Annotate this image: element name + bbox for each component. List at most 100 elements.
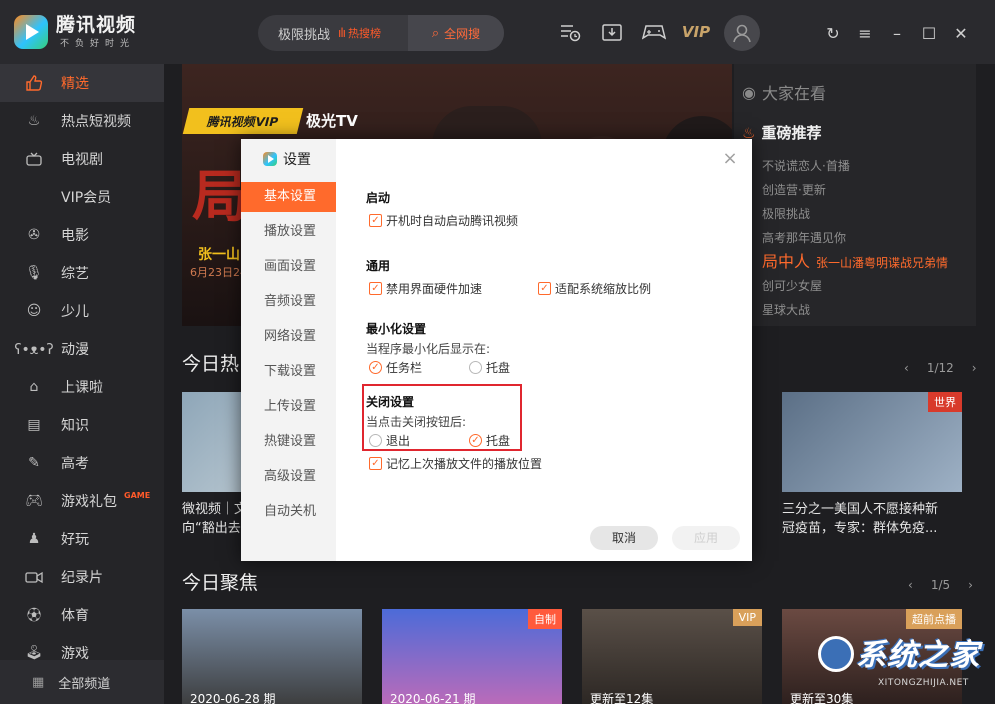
tv-icon [24,149,44,169]
sidebar-item-featured[interactable]: 精选 [0,64,164,102]
checkmark-icon: ✓ [369,282,382,295]
radio-empty-icon [469,361,482,374]
search-all-button[interactable]: ⌕ 全网搜 [408,15,504,51]
apply-button[interactable]: 应用 [672,526,740,550]
video-episode: 2020-06-21 期 [390,692,476,704]
preview-badge: 超前点播 [906,609,962,629]
nav-audio-settings[interactable]: 音频设置 [241,287,336,317]
tencent-video-logo-icon [263,152,277,166]
sidebar-item-game-gift[interactable]: 🎮︎ 游戏礼包 GAME [0,482,164,520]
nav-playback-settings[interactable]: 播放设置 [241,217,336,247]
trending-item[interactable]: 不说谎恋人·首播 [762,154,948,178]
trending-item-highlight[interactable]: 局中人 张一山潘粤明谍战兄弟情 [762,250,948,274]
trending-item[interactable]: 创可少女屋 [762,274,948,298]
video-card[interactable]: VIP 更新至12集 [582,609,762,704]
bear-icon: ʕ•ᴥ•ʔ [14,341,54,358]
trending-item[interactable]: 高考那年遇见你 [762,226,948,250]
video-caption: 三分之一美国人不愿接种新 冠疫苗，专家：群体免疫... [782,502,939,536]
sidebar-item-sports[interactable]: ⚽︎ 体育 [0,596,164,634]
trending-item[interactable]: 极限挑战 [762,202,948,226]
site-watermark: 系统之家 XITONGZHIJIA.NET [818,628,988,698]
sidebar-item-fun[interactable]: ♟ 好玩 [0,520,164,558]
pager-focus[interactable]: ‹ 1/5 › [899,578,982,592]
autostart-checkbox[interactable]: ✓ 开机时自动启动腾讯视频 [369,212,518,229]
banner-title-char: 局 [192,165,248,230]
disable-hw-accel-checkbox[interactable]: ✓ 禁用界面硬件加速 [369,280,482,297]
close-icon[interactable]: ✕ [950,22,972,44]
search-box[interactable]: 极限挑战 ılı 热搜榜 ⌕ 全网搜 [258,15,504,51]
menu-icon[interactable]: ≡ [854,22,876,44]
nav-advanced-settings[interactable]: 高级设置 [241,462,336,492]
radio-selected-icon: ✓ [369,361,382,374]
settings-nav: 设置 基本设置 播放设置 画面设置 音频设置 网络设置 下载设置 上传设置 热键… [241,139,336,561]
nav-download-settings[interactable]: 下载设置 [241,357,336,387]
minimize-tray-radio[interactable]: 托盘 [469,359,510,376]
all-channels-button[interactable]: ▦ 全部频道 [0,660,164,704]
nav-upload-settings[interactable]: 上传设置 [241,392,336,422]
section-title-hot: 今日热 [182,353,240,375]
sidebar-item-movies[interactable]: ✇ 电影 [0,216,164,254]
gamepad-icon: 🎮︎ [25,493,43,509]
nav-hotkey-settings[interactable]: 热键设置 [241,427,336,457]
nav-auto-shutdown[interactable]: 自动关机 [241,497,336,527]
app-logo[interactable]: 腾讯视频 不负好时光 [14,14,136,49]
sidebar-item-documentary[interactable]: 纪录片 [0,558,164,596]
sidebar-item-gaokao[interactable]: ✎ 高考 [0,444,164,482]
sidebar-item-knowledge[interactable]: ▤ 知识 [0,406,164,444]
vip-icon[interactable]: VIP [682,20,710,44]
video-card[interactable]: 世界 三分之一美国人不愿接种新 冠疫苗，专家：群体免疫... [782,392,962,538]
sidebar-item-label: VIP会员 [61,190,112,206]
minimize-taskbar-radio[interactable]: ✓ 任务栏 [369,359,422,376]
play-history-icon[interactable] [556,20,584,44]
video-card[interactable]: 2020-06-28 期 [182,609,362,704]
flame-icon: ♨ [27,113,41,129]
trending-panel: ◉ 大家在看 ♨ 重磅推荐 不说谎恋人·首播 创造营·更新 极限挑战 高考那年遇见你… [734,64,976,326]
refresh-icon[interactable]: ↻ [822,22,844,44]
sidebar-item-label: 综艺 [61,266,89,282]
sidebar-item-class[interactable]: ⌂ 上课啦 [0,368,164,406]
close-tray-radio[interactable]: ✓ 托盘 [469,432,510,449]
nav-basic-settings[interactable]: 基本设置 [241,182,336,212]
download-icon[interactable] [598,20,626,44]
nav-picture-settings[interactable]: 画面设置 [241,252,336,282]
kids-icon: ☺ [26,303,42,319]
search-current-text: 极限挑战 [278,27,331,43]
film-reel-icon: ✇ [28,227,40,243]
self-made-badge: 自制 [528,609,562,629]
maximize-icon[interactable]: ☐ [918,22,940,44]
search-input[interactable]: 极限挑战 ılı 热搜榜 [258,15,408,51]
eye-icon: ◉ [742,82,756,102]
chevron-left-icon[interactable]: ‹ [908,578,913,592]
nav-network-settings[interactable]: 网络设置 [241,322,336,352]
search-all-label: 全网搜 [444,26,481,41]
sidebar-item-label: 纪录片 [61,570,103,586]
game-badge: GAME [124,491,151,500]
sidebar-item-tv-series[interactable]: 电视剧 [0,140,164,178]
close-exit-radio[interactable]: 退出 [369,432,410,449]
pager-hot[interactable]: ‹ 1/12 › [895,361,986,375]
tencent-video-logo-icon [14,14,48,49]
minimize-icon[interactable]: – [886,22,908,44]
video-thumbnail: 自制 2020-06-21 期 [382,609,562,704]
trending-item[interactable]: 创造营·更新 [762,178,948,202]
sidebar-item-label: 知识 [61,418,89,434]
sidebar-item-anime[interactable]: ʕ•ᴥ•ʔ 动漫 [0,330,164,368]
cancel-button[interactable]: 取消 [590,526,658,550]
chevron-right-icon[interactable]: › [968,578,973,592]
sidebar-item-hot-short-video[interactable]: ♨ 热点短视频 [0,102,164,140]
chevron-left-icon[interactable]: ‹ [904,361,909,375]
video-card[interactable]: 自制 2020-06-21 期 [382,609,562,704]
microphone-icon: 🎙︎ [25,265,43,281]
avatar-icon[interactable] [724,15,760,51]
trending-item[interactable]: 星球大战 [762,298,948,322]
sidebar-item-kids[interactable]: ☺ 少儿 [0,292,164,330]
hot-list-link[interactable]: 热搜榜 [348,25,381,41]
gamepad-icon[interactable] [640,20,668,44]
dialog-close-icon[interactable]: × [722,150,738,168]
chevron-right-icon[interactable]: › [972,361,977,375]
system-scale-checkbox[interactable]: ✓ 适配系统缩放比例 [538,280,651,297]
sidebar-item-vip[interactable]: VIP会员 [0,178,164,216]
remember-position-checkbox[interactable]: ✓ 记忆上次播放文件的播放位置 [369,455,542,472]
sidebar-item-variety[interactable]: 🎙︎ 综艺 [0,254,164,292]
close-heading: 关闭设置 [366,395,415,409]
